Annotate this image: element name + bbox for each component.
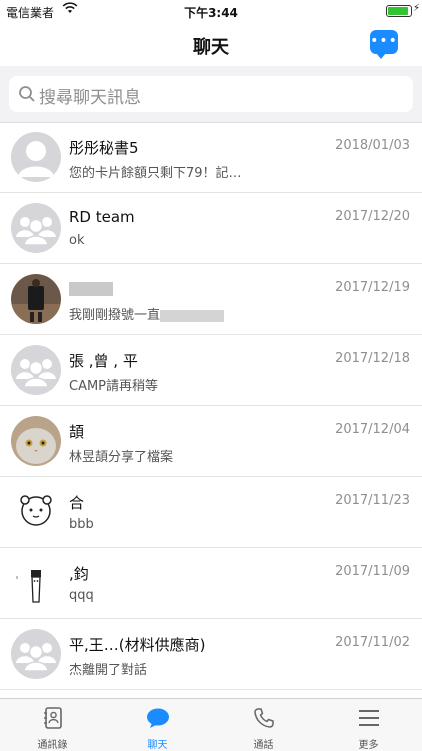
- chat-row[interactable]: 合 2017/11/23 bbb: [0, 477, 422, 548]
- chat-preview: 杰離開了對話: [69, 663, 148, 678]
- chat-name: 頡: [69, 423, 85, 441]
- tab-label: 聊天: [147, 740, 168, 751]
- chat-row[interactable]: RD team 2017/12/20 ok: [0, 193, 422, 264]
- more-dots-icon: •••: [370, 33, 398, 49]
- battery-icon: [386, 5, 412, 17]
- chat-row[interactable]: 2017/12/19 我剛剛撥號一直: [0, 264, 422, 335]
- chat-date: 2017/12/04: [335, 422, 410, 437]
- page-title: 聊天: [193, 37, 229, 58]
- person-default-avatar: [11, 132, 61, 182]
- tab-label: 通話: [253, 740, 274, 751]
- chat-row[interactable]: 彤彤秘書5 2018/01/03 您的卡片餘額只剩下79！記…: [0, 122, 422, 193]
- chat-options-button[interactable]: •••: [370, 30, 398, 59]
- tab-chat[interactable]: 聊天: [105, 699, 210, 751]
- chat-name: 平,王…(材料供應商): [69, 636, 206, 654]
- search-placeholder: 搜尋聊天訊息: [39, 88, 141, 108]
- chat-row[interactable]: 平,王…(材料供應商) 2017/11/02 杰離開了對話: [0, 619, 422, 690]
- tab-bar: 通訊錄 聊天 通話 更多: [0, 698, 422, 751]
- tab-label: 更多: [358, 740, 379, 751]
- chat-name: ,鈞: [69, 565, 89, 583]
- chat-name: 彤彤秘書5: [69, 139, 139, 157]
- chat-preview: 我剛剛撥號一直: [69, 304, 369, 323]
- chat-preview: qqq: [69, 588, 94, 603]
- chat-date: 2017/11/02: [335, 635, 410, 650]
- bear-sticker-avatar: [11, 487, 61, 537]
- cat-photo-avatar: [11, 416, 61, 466]
- contacts-icon: [41, 707, 65, 729]
- chat-name: [69, 279, 113, 297]
- chat-row[interactable]: 張 ,曾 , 平 2017/12/18 CAMP請再稍等: [0, 335, 422, 406]
- chat-preview: bbb: [69, 517, 94, 532]
- chat-date: 2017/11/09: [335, 564, 410, 579]
- search-bar: 搜尋聊天訊息: [0, 66, 422, 123]
- group-default-avatar: [11, 203, 61, 253]
- tab-more[interactable]: 更多: [316, 699, 421, 751]
- group-default-avatar: [11, 629, 61, 679]
- chat-list: 彤彤秘書5 2018/01/03 您的卡片餘額只剩下79！記… RD team …: [0, 122, 422, 698]
- tab-contacts[interactable]: 通訊錄: [0, 699, 105, 751]
- photo-avatar: [11, 274, 61, 324]
- chat-name: RD team: [69, 208, 135, 226]
- chat-date: 2018/01/03: [335, 138, 410, 153]
- chat-date: 2017/12/19: [335, 280, 410, 295]
- tab-calls[interactable]: 通話: [211, 699, 316, 751]
- chat-date: 2017/12/20: [335, 209, 410, 224]
- search-icon: [18, 85, 36, 103]
- nav-bar: 聊天 •••: [0, 22, 422, 66]
- phone-icon: [252, 707, 276, 729]
- chat-date: 2017/12/18: [335, 351, 410, 366]
- chat-preview: 林昱頡分享了檔案: [69, 450, 174, 465]
- group-default-avatar: [11, 345, 61, 395]
- tab-label: 通訊錄: [37, 740, 68, 751]
- chat-row[interactable]: 頡 2017/12/04 林昱頡分享了檔案: [0, 406, 422, 477]
- chat-name: 合: [69, 494, 85, 512]
- chat-row[interactable]: ,鈞 2017/11/09 qqq: [0, 548, 422, 619]
- search-input[interactable]: 搜尋聊天訊息: [9, 76, 413, 112]
- chat-name: 張 ,曾 , 平: [69, 352, 138, 370]
- figure-sketch-avatar: [11, 558, 61, 608]
- chat-date: 2017/11/23: [335, 493, 410, 508]
- chat-preview: ok: [69, 233, 85, 248]
- chat-preview: 您的卡片餘額只剩下79！記…: [69, 166, 242, 181]
- menu-icon: [357, 707, 381, 729]
- charging-icon: ⚡: [412, 3, 420, 14]
- chat-bubble-icon: [146, 707, 170, 729]
- clock: 下午3:44: [184, 6, 238, 20]
- status-bar: 電信業者 下午3:44 ⚡: [0, 0, 422, 22]
- chat-preview: CAMP請再稍等: [69, 379, 159, 394]
